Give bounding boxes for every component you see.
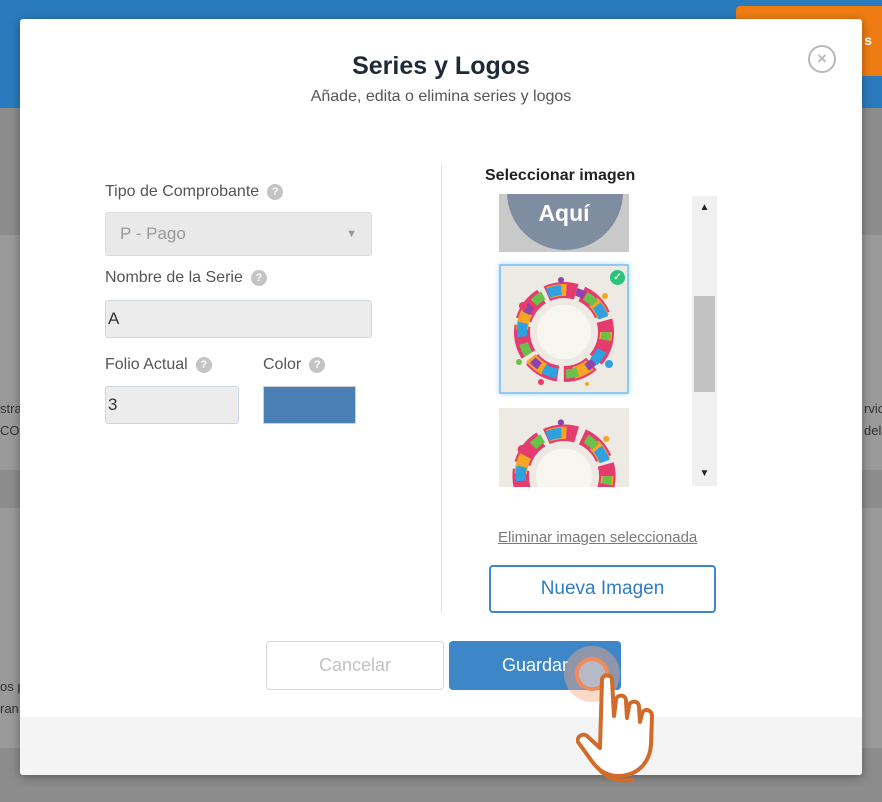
nombre-serie-label-text: Nombre de la Serie	[105, 269, 243, 286]
app-action-label: s	[864, 32, 872, 48]
modal-footer-band	[20, 717, 862, 775]
color-label: Color?	[263, 356, 326, 374]
folio-actual-label-text: Folio Actual	[105, 356, 188, 373]
app-text-fragment: rvic	[864, 401, 882, 416]
folio-actual-input[interactable]: 3	[105, 386, 239, 424]
new-image-button[interactable]: Nueva Imagen	[489, 565, 716, 613]
paint-splash-image	[501, 266, 627, 392]
nombre-serie-input[interactable]: A	[105, 300, 372, 338]
color-label-text: Color	[263, 356, 302, 373]
close-icon[interactable]: ×	[808, 45, 836, 73]
app-text-fragment: del	[864, 423, 882, 438]
modal-title: Series y Logos	[352, 52, 530, 80]
folio-actual-label: Folio Actual?	[105, 356, 212, 374]
tipo-comprobante-label: Tipo de Comprobante?	[105, 183, 284, 201]
scroll-down-arrow-icon[interactable]: ▼	[692, 464, 717, 484]
help-icon[interactable]: ?	[195, 357, 212, 373]
tipo-comprobante-label-text: Tipo de Comprobante	[105, 183, 260, 200]
help-icon[interactable]: ?	[309, 357, 326, 373]
delete-image-link[interactable]: Eliminar imagen seleccionada	[498, 529, 697, 546]
pointing-hand-cursor-icon	[576, 673, 654, 783]
color-picker-swatch[interactable]	[263, 386, 356, 424]
paint-splash-image	[499, 408, 629, 487]
nombre-serie-label: Nombre de la Serie?	[105, 269, 267, 287]
placeholder-text: Aquí	[538, 200, 590, 226]
check-icon: ✓	[610, 270, 625, 285]
column-divider	[441, 165, 442, 613]
app-text-fragment: stra	[0, 401, 22, 416]
scroll-up-arrow-icon[interactable]: ▲	[692, 198, 717, 218]
image-thumbnail-placeholder[interactable]: Aquí	[499, 194, 629, 252]
series-logos-modal: Series y Logos Añade, edita o elimina se…	[20, 19, 862, 783]
app-text-fragment: ran	[0, 701, 19, 716]
help-icon[interactable]: ?	[250, 270, 267, 286]
cancel-button[interactable]: Cancelar	[266, 641, 444, 690]
tipo-comprobante-value: P - Pago	[120, 224, 186, 243]
help-icon[interactable]: ?	[267, 184, 284, 200]
scrollbar-thumb[interactable]	[694, 296, 715, 392]
image-thumbnail[interactable]	[499, 408, 629, 487]
image-gallery: Aquí ✓	[495, 194, 690, 487]
chevron-down-icon: ▼	[346, 228, 357, 240]
select-image-title: Seleccionar imagen	[485, 167, 636, 184]
gallery-scrollbar[interactable]: ▲ ▼	[692, 196, 717, 486]
tipo-comprobante-select[interactable]: P - Pago ▼	[105, 212, 372, 256]
app-text-fragment: CO	[0, 423, 20, 438]
image-thumbnail-selected[interactable]	[499, 264, 629, 394]
modal-subtitle: Añade, edita o elimina series y logos	[310, 88, 572, 105]
